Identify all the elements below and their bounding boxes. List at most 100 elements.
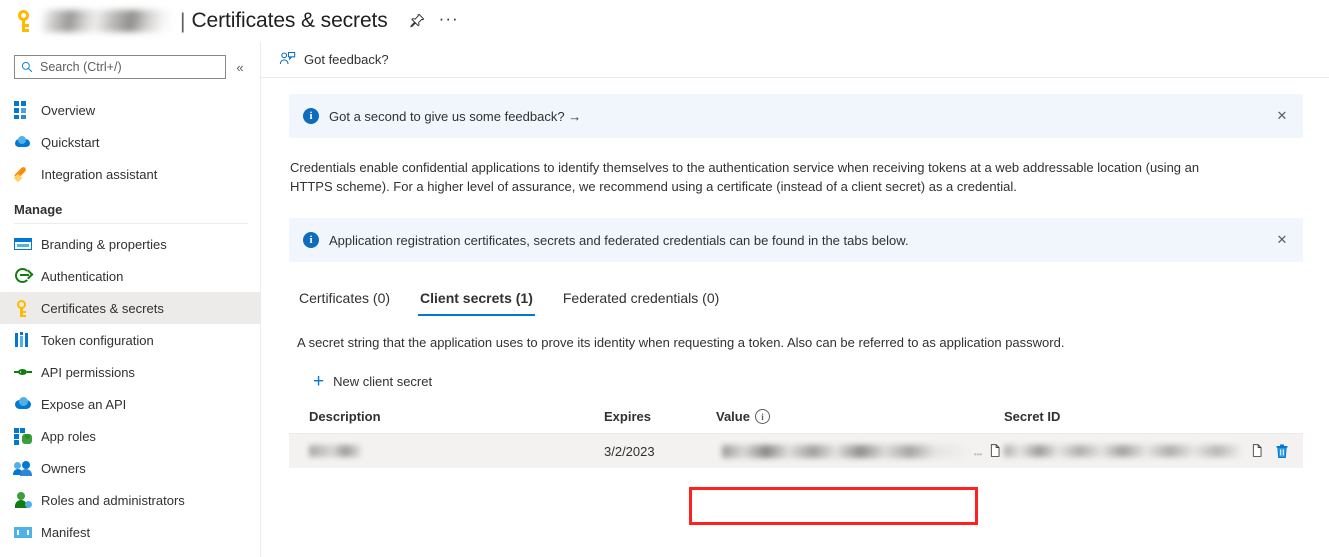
people-icon — [14, 459, 32, 477]
tab-client-secrets[interactable]: Client secrets (1) — [418, 286, 535, 316]
column-header-value: Value i — [716, 409, 1004, 434]
search-box[interactable] — [14, 55, 226, 79]
command-bar: Got feedback? — [261, 42, 1329, 78]
secret-value-redacted — [722, 445, 969, 458]
close-icon[interactable]: ✕ — [1271, 105, 1293, 127]
sidebar-divider — [14, 223, 248, 224]
client-secrets-description: A secret string that the application use… — [297, 335, 1303, 350]
sidebar-item-label: Branding & properties — [41, 237, 167, 252]
search-icon — [21, 61, 33, 73]
credential-tabs: Certificates (0) Client secrets (1) Fede… — [297, 286, 1303, 316]
cloud-api-icon — [14, 395, 32, 413]
cell-expires: 3/2/2023 — [604, 434, 716, 469]
column-header-value-label: Value — [716, 409, 750, 424]
info-icon: i — [303, 232, 319, 248]
rocket-icon — [14, 165, 32, 183]
sidebar-item-certificates-secrets[interactable]: Certificates & secrets — [0, 292, 260, 324]
sidebar-item-label: API permissions — [41, 365, 135, 380]
tabs-info-banner: i Application registration certificates,… — [289, 218, 1303, 262]
sidebar-item-label: Owners — [41, 461, 86, 476]
credentials-description: Credentials enable confidential applicat… — [290, 158, 1240, 196]
tabs-info-banner-text: Application registration certificates, s… — [329, 233, 1271, 248]
plus-icon: + — [313, 372, 324, 391]
secret-id-redacted — [1004, 445, 1241, 457]
feedback-banner-link[interactable]: Got a second to give us some feedback? → — [329, 109, 581, 124]
new-client-secret-button[interactable]: + New client secret — [309, 370, 436, 393]
sidebar-item-manifest[interactable]: Manifest — [0, 516, 260, 548]
table-header-row: Description Expires Value i Secret ID — [289, 409, 1303, 434]
sidebar-search-row: « — [0, 52, 260, 82]
column-header-expires: Expires — [604, 409, 716, 434]
pin-icon[interactable] — [408, 13, 425, 30]
column-header-secret-id: Secret ID — [1004, 409, 1303, 434]
sidebar-item-label: Integration assistant — [41, 167, 157, 182]
cloud-icon — [14, 133, 32, 151]
key-icon — [14, 299, 32, 317]
grid-icon — [14, 101, 32, 119]
sidebar-item-label: Roles and administrators — [41, 493, 185, 508]
app-name-redacted — [42, 10, 172, 32]
sidebar-group-manage: Manage — [0, 190, 260, 223]
sidebar-item-label: Token configuration — [41, 333, 154, 348]
feedback-banner: i Got a second to give us some feedback?… — [289, 94, 1303, 138]
ellipsis-icon[interactable]: ··· — [439, 10, 459, 33]
info-icon: i — [303, 108, 319, 124]
person-gear-icon — [14, 491, 32, 509]
arrow-circle-icon — [14, 267, 32, 285]
secret-id-cell — [1004, 442, 1303, 460]
info-icon[interactable]: i — [755, 409, 770, 424]
sidebar-item-app-roles[interactable]: App roles — [0, 420, 260, 452]
title-actions: ··· — [408, 10, 459, 33]
cell-description — [289, 434, 604, 469]
sidebar-item-roles-and-administrators[interactable]: Roles and administrators — [0, 484, 260, 516]
sidebar-item-label: Expose an API — [41, 397, 126, 412]
search-input[interactable] — [38, 59, 219, 75]
sidebar-item-label: Certificates & secrets — [41, 301, 164, 316]
sidebar-item-overview[interactable]: Overview — [0, 94, 260, 126]
feedback-person-icon — [279, 51, 296, 68]
tab-certificates[interactable]: Certificates (0) — [297, 286, 392, 316]
sidebar-item-label: Manifest — [41, 525, 90, 540]
sidebar-item-label: Quickstart — [41, 135, 100, 150]
value-truncation-ellipsis: ... — [973, 444, 982, 458]
tab-federated-credentials[interactable]: Federated credentials (0) — [561, 286, 721, 316]
sidebar-item-branding-properties[interactable]: Branding & properties — [0, 228, 260, 260]
cell-secret-id — [1004, 434, 1303, 469]
got-feedback-button[interactable]: Got feedback? — [273, 46, 395, 74]
content-area: i Got a second to give us some feedback?… — [261, 78, 1329, 468]
copy-icon[interactable] — [1248, 442, 1266, 460]
description-redacted — [309, 445, 361, 457]
sidebar-item-integration-assistant[interactable]: Integration assistant — [0, 158, 260, 190]
sidebar-item-label: Authentication — [41, 269, 123, 284]
sidebar-item-label: Overview — [41, 103, 95, 118]
new-client-secret-label: New client secret — [333, 374, 432, 389]
sidebar-item-quickstart[interactable]: Quickstart — [0, 126, 260, 158]
plug-icon — [14, 363, 32, 381]
sidebar-item-token-configuration[interactable]: Token configuration — [0, 324, 260, 356]
chevron-double-left-icon[interactable]: « — [228, 60, 252, 75]
title-separator: | — [180, 11, 185, 32]
cell-value: ... — [716, 434, 1004, 469]
sidebar-item-api-permissions[interactable]: API permissions — [0, 356, 260, 388]
bars-icon — [14, 331, 32, 349]
title-bar: | Certificates & secrets ··· — [0, 0, 1329, 42]
sidebar: « Overview Quickstart Integration assist… — [0, 42, 261, 557]
sidebar-item-label: App roles — [41, 429, 96, 444]
sidebar-item-authentication[interactable]: Authentication — [0, 260, 260, 292]
app-roles-icon — [14, 427, 32, 445]
key-icon — [14, 8, 36, 34]
page-title: Certificates & secrets — [191, 9, 387, 33]
close-icon[interactable]: ✕ — [1271, 229, 1293, 251]
copy-icon[interactable] — [986, 442, 1004, 460]
got-feedback-label: Got feedback? — [304, 52, 389, 67]
client-secrets-table: Description Expires Value i Secret ID — [289, 409, 1303, 468]
column-header-description: Description — [289, 409, 604, 434]
table-row[interactable]: 3/2/2023 ... — [289, 434, 1303, 469]
client-secret-value-cell: ... — [716, 442, 1004, 460]
trash-icon[interactable] — [1273, 442, 1291, 460]
manifest-icon — [14, 523, 32, 541]
sidebar-item-owners[interactable]: Owners — [0, 452, 260, 484]
browser-icon — [14, 235, 32, 253]
sidebar-item-expose-an-api[interactable]: Expose an API — [0, 388, 260, 420]
page-shell: « Overview Quickstart Integration assist… — [0, 42, 1329, 557]
